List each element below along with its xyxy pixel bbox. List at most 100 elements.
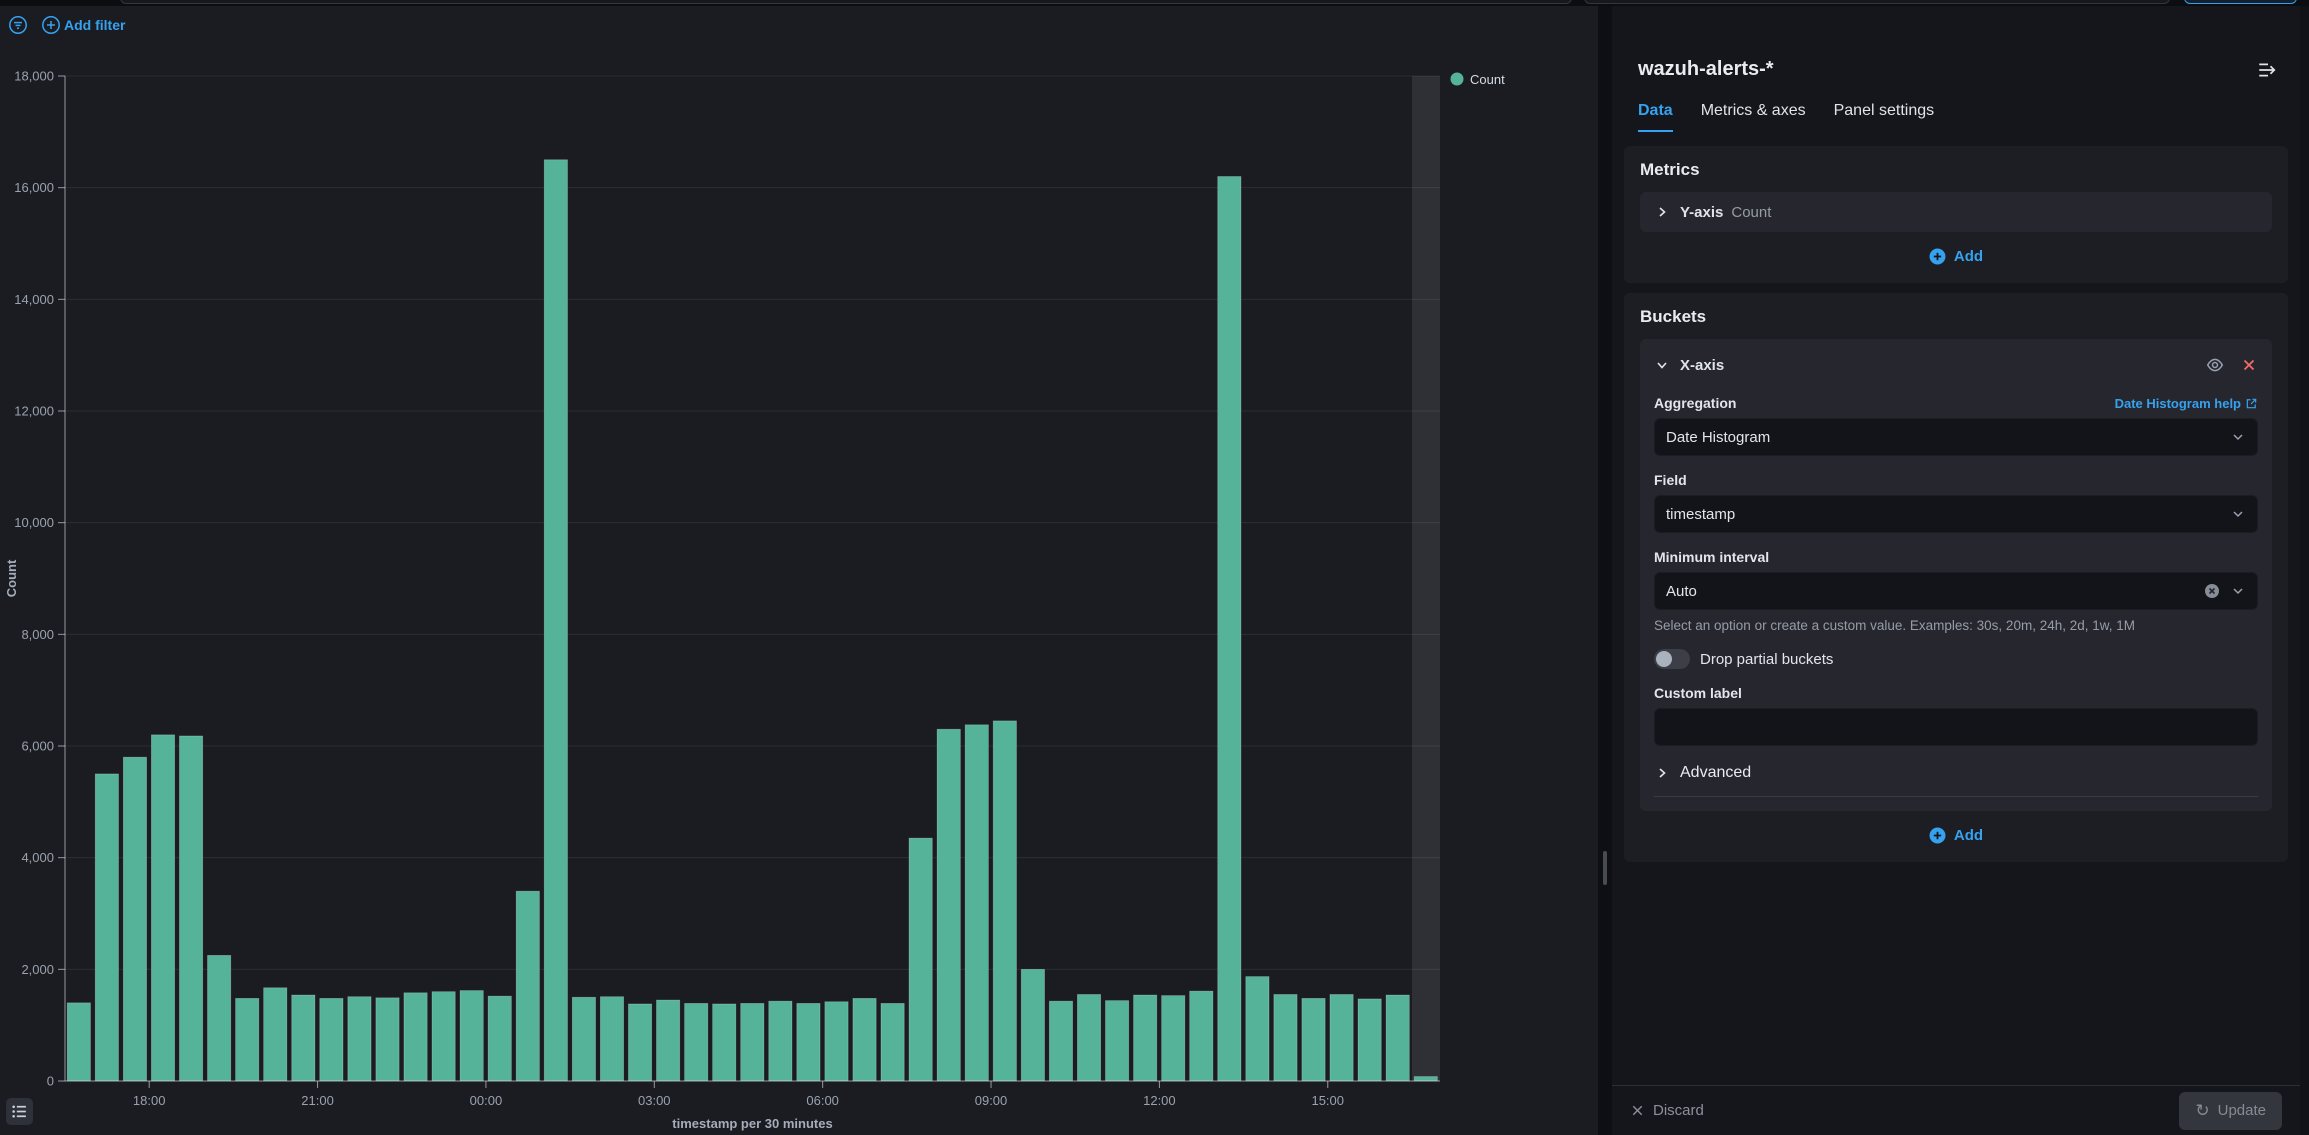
tab-panel-settings[interactable]: Panel settings: [1834, 102, 1935, 132]
tab-metrics-axes[interactable]: Metrics & axes: [1701, 102, 1806, 132]
eye-icon[interactable]: [2206, 356, 2224, 374]
add-bucket-button[interactable]: Add: [1929, 827, 1983, 844]
min-interval-helper-text: Select an option or create a custom valu…: [1654, 618, 2258, 633]
plus-circle-icon[interactable]: [41, 15, 61, 35]
chart-bar[interactable]: [320, 998, 343, 1081]
histogram-chart[interactable]: 02,0004,0006,0008,00010,00012,00014,0001…: [0, 40, 1598, 1135]
aggregation-select[interactable]: Date Histogram: [1654, 418, 2258, 456]
refresh-icon: ↻: [2195, 1101, 2209, 1121]
chart-bar[interactable]: [853, 998, 876, 1081]
legend-label[interactable]: Count: [1470, 72, 1505, 87]
discard-label: Discard: [1653, 1102, 1704, 1119]
chart-bar[interactable]: [769, 1001, 792, 1081]
update-button[interactable]: ↻ Update: [2179, 1092, 2282, 1130]
chart-bar[interactable]: [432, 992, 455, 1081]
chart-bar[interactable]: [1021, 969, 1044, 1081]
chart-bar[interactable]: [685, 1003, 708, 1081]
chart-bar[interactable]: [264, 988, 287, 1081]
chart-bar[interactable]: [881, 1003, 904, 1081]
y-tick-label: 0: [47, 1074, 54, 1089]
chart-bar[interactable]: [348, 997, 371, 1081]
date-picker-remnant: [1584, 0, 2170, 4]
aggregation-value: Date Histogram: [1666, 429, 2220, 446]
chart-bar[interactable]: [965, 725, 988, 1081]
chart-bar[interactable]: [516, 891, 539, 1081]
chart-bar[interactable]: [123, 757, 146, 1081]
filter-bar: Add filter: [0, 10, 1598, 42]
chart-bar[interactable]: [937, 729, 960, 1081]
filter-icon[interactable]: [8, 15, 28, 35]
chart-bar[interactable]: [236, 998, 259, 1081]
chart-bar[interactable]: [741, 1003, 764, 1081]
chart-bar[interactable]: [1414, 1077, 1437, 1081]
chart-bar[interactable]: [600, 997, 623, 1081]
chart-bar[interactable]: [713, 1004, 736, 1081]
y-tick-label: 4,000: [21, 850, 54, 865]
chart-bar[interactable]: [1049, 1001, 1072, 1081]
collapse-sidebar-icon[interactable]: [2258, 60, 2278, 80]
chart-bar[interactable]: [208, 955, 231, 1081]
vis-editor-sidebar: wazuh-alerts-* Data Metrics & axes Panel…: [1612, 6, 2300, 1135]
index-pattern-title: wazuh-alerts-*: [1638, 58, 2274, 81]
chart-bar[interactable]: [909, 838, 932, 1081]
toggle-track[interactable]: [1654, 649, 1690, 669]
remove-bucket-icon[interactable]: [2240, 356, 2258, 374]
custom-label-input[interactable]: [1654, 708, 2258, 746]
discard-button[interactable]: Discard: [1630, 1102, 1704, 1119]
y-tick-label: 14,000: [14, 292, 54, 307]
panel-resizer[interactable]: [1598, 6, 1612, 1135]
help-link-label: Date Histogram help: [2115, 396, 2241, 411]
add-filter-button[interactable]: Add filter: [64, 17, 125, 33]
chart-bar[interactable]: [292, 995, 315, 1081]
chart-bar[interactable]: [1274, 994, 1297, 1081]
clear-icon[interactable]: [2204, 583, 2220, 599]
add-metric-label: Add: [1954, 248, 1983, 265]
chart-bar[interactable]: [1134, 995, 1157, 1081]
chart-bar[interactable]: [1358, 999, 1381, 1081]
add-metric-button[interactable]: Add: [1929, 248, 1983, 265]
chart-bar[interactable]: [628, 1004, 651, 1081]
chart-bar[interactable]: [95, 774, 118, 1081]
chart-bar[interactable]: [1218, 177, 1241, 1082]
date-histogram-help-link[interactable]: Date Histogram help: [2115, 396, 2258, 411]
legend-swatch[interactable]: [1451, 73, 1464, 86]
min-interval-combobox[interactable]: Auto: [1654, 572, 2258, 610]
chart-bar[interactable]: [460, 991, 483, 1081]
chart-bar[interactable]: [1246, 977, 1269, 1081]
min-interval-label: Minimum interval: [1654, 549, 2258, 565]
chart-bar[interactable]: [67, 1003, 90, 1081]
chart-bar[interactable]: [797, 1003, 820, 1081]
resizer-handle[interactable]: [1603, 851, 1607, 885]
tab-data[interactable]: Data: [1638, 102, 1673, 132]
chart-bar[interactable]: [993, 721, 1016, 1081]
chart-bar[interactable]: [151, 735, 174, 1081]
chart-bar[interactable]: [179, 736, 202, 1081]
chart-bar[interactable]: [656, 1000, 679, 1081]
chart-bar[interactable]: [825, 1002, 848, 1081]
chart-bar[interactable]: [1162, 996, 1185, 1081]
chart-bar[interactable]: [1386, 995, 1409, 1081]
chart-bar[interactable]: [1190, 991, 1213, 1081]
x-tick-label: 09:00: [975, 1093, 1008, 1108]
chart-bar[interactable]: [488, 996, 511, 1081]
field-select[interactable]: timestamp: [1654, 495, 2258, 533]
chart-bar[interactable]: [1302, 998, 1325, 1081]
partial-bucket-band: [1412, 76, 1440, 1081]
y-axis-title: Count: [4, 559, 19, 597]
chart-bar[interactable]: [1105, 1001, 1128, 1081]
legend-toggle-button[interactable]: [6, 1098, 33, 1125]
chart-bar[interactable]: [1077, 994, 1100, 1081]
chart-bar[interactable]: [404, 993, 427, 1081]
drop-partial-buckets-toggle[interactable]: Drop partial buckets: [1654, 649, 2258, 669]
y-tick-label: 10,000: [14, 515, 54, 530]
chart-bar[interactable]: [376, 998, 399, 1081]
metric-yaxis-row[interactable]: Y-axis Count: [1640, 192, 2272, 232]
x-tick-label: 03:00: [638, 1093, 671, 1108]
chart-bar[interactable]: [1330, 994, 1353, 1081]
chart-bar[interactable]: [572, 997, 595, 1081]
chart-bar[interactable]: [544, 160, 567, 1081]
xaxis-bucket-header[interactable]: X-axis: [1654, 351, 2258, 379]
metric-row-value: Count: [1731, 204, 1771, 221]
xaxis-bucket-panel: X-axis Aggregation Date Histogram help: [1640, 339, 2272, 811]
advanced-accordion[interactable]: Advanced: [1654, 764, 2258, 797]
